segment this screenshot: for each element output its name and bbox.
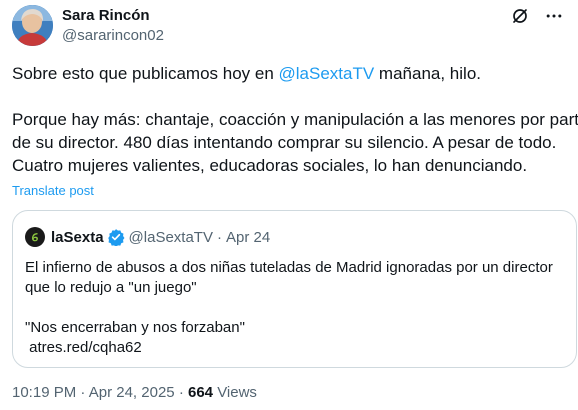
author-handle[interactable]: @sararincon02 <box>62 27 164 45</box>
tweet-text-segment: mañana, hilo. <box>374 64 481 83</box>
quoted-text-line-3: "Nos encerraban y nos forzaban" <box>25 319 245 336</box>
mention-link[interactable]: @laSextaTV <box>279 64 375 83</box>
quoted-post-date[interactable]: Apr 24 <box>226 229 270 246</box>
grok-icon[interactable] <box>510 6 530 26</box>
tweet-paragraph-2-line-3: Cuatro mujeres valientes, educadoras soc… <box>12 156 528 175</box>
tweet-paragraph-2-line-1: Porque hay más: chantaje, coacción y man… <box>12 110 578 129</box>
quoted-text-line-2: que lo redujo a "un juego" <box>25 279 197 296</box>
lasexta-logo-icon <box>25 227 45 247</box>
quoted-link[interactable]: atres.red/cqha62 <box>29 339 142 356</box>
more-icon[interactable] <box>544 6 564 26</box>
translate-post-link[interactable]: Translate post <box>12 183 94 198</box>
quoted-post-header: laSexta @laSextaTV · Apr 24 <box>25 226 270 248</box>
meta-separator: · <box>80 384 86 401</box>
tweet-text-segment: Sobre esto que publicamos hoy en <box>12 64 279 83</box>
quoted-post-text: El infierno de abusos a dos niñas tutela… <box>25 258 565 358</box>
quoted-post[interactable]: laSexta @laSextaTV · Apr 24 El infierno … <box>12 210 577 368</box>
quoted-author-handle[interactable]: @laSextaTV <box>129 229 213 246</box>
author-name[interactable]: Sara Rincón <box>62 7 150 25</box>
views-count: 664 <box>187 384 214 401</box>
post-footer: 10:19 PM · Apr 24, 2025 · 664 Views <box>12 384 257 402</box>
top-actions <box>510 6 564 26</box>
verified-badge-icon <box>107 228 125 246</box>
views-label: Views <box>217 384 257 401</box>
avatar[interactable] <box>12 5 53 46</box>
post-date[interactable]: Apr 24, 2025 <box>89 384 175 401</box>
quoted-link-line: atres.red/cqha62 <box>25 338 565 358</box>
tweet-line-1: Sobre esto que publicamos hoy en @laSext… <box>12 62 568 85</box>
meta-separator: · <box>178 384 184 401</box>
post-time[interactable]: 10:19 PM <box>12 384 76 401</box>
quoted-text-line-1: El infierno de abusos a dos niñas tutela… <box>25 259 553 276</box>
quoted-author-name[interactable]: laSexta <box>51 229 104 246</box>
tweet-paragraph-2-line-2: de su director. 480 días intentando comp… <box>12 133 557 152</box>
meta-separator: · <box>216 228 222 246</box>
tweet-text: Sobre esto que publicamos hoy en @laSext… <box>12 62 578 177</box>
